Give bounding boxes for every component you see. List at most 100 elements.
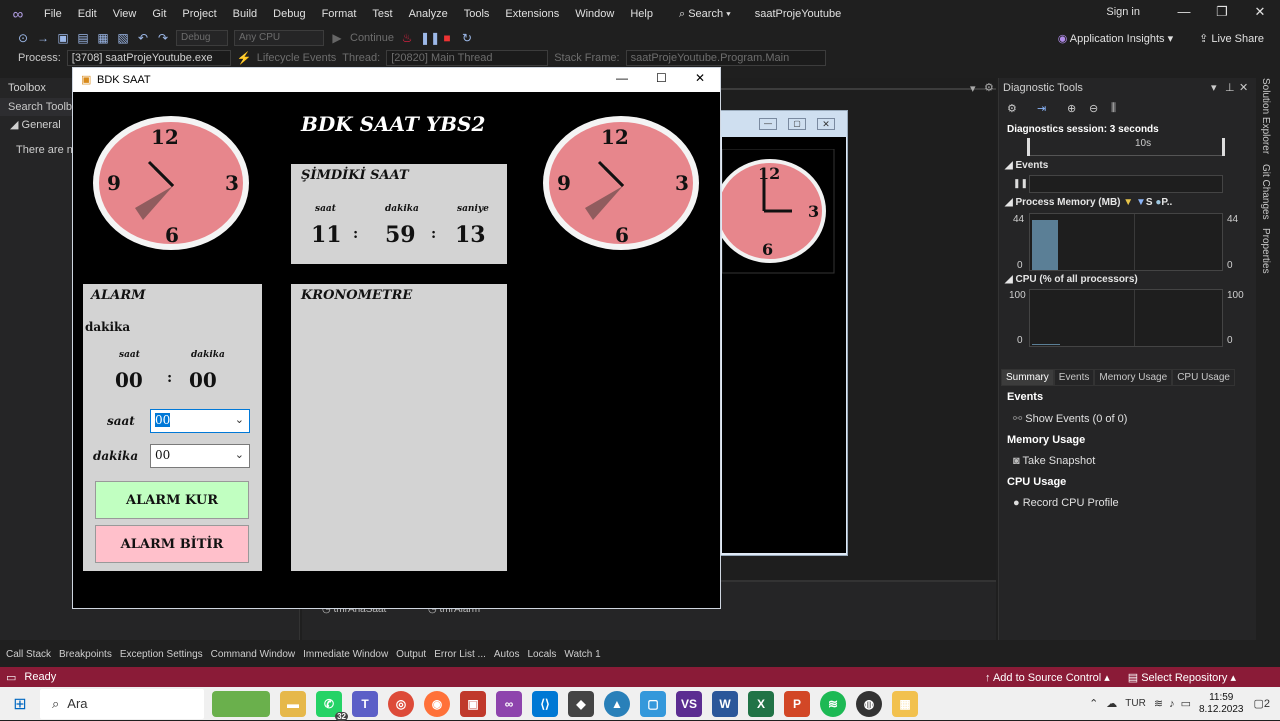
restore-icon[interactable]: ❐ [1207, 4, 1237, 20]
tab-command-window[interactable]: Command Window [207, 649, 299, 660]
notifications-icon[interactable]: ▢2 [1253, 697, 1270, 710]
app-insights-button[interactable]: ◉ Application Insights ▾ [1058, 32, 1173, 45]
tab-exception-settings[interactable]: Exception Settings [116, 649, 207, 660]
sign-in-link[interactable]: Sign in [1106, 6, 1140, 18]
restart-icon[interactable]: ↻ [460, 31, 474, 45]
tab-watch[interactable]: Watch 1 [560, 649, 604, 660]
set-alarm-button[interactable]: ALARM KUR [95, 481, 249, 519]
menu-analyze[interactable]: Analyze [401, 0, 456, 28]
menu-tools[interactable]: Tools [456, 0, 498, 28]
process-combo[interactable]: [3708] saatProjeYoutube.exe [66, 50, 231, 66]
minimize-icon[interactable]: — [616, 71, 628, 85]
tab-breakpoints[interactable]: Breakpoints [55, 649, 116, 660]
excel-icon[interactable]: X [748, 690, 774, 717]
save-icon[interactable]: ▦ [96, 31, 110, 45]
platform-combo[interactable]: Any CPU [234, 30, 324, 46]
clock-tray[interactable]: 11:59 8.12.2023 [1199, 692, 1244, 716]
tab-error-list[interactable]: Error List ... [430, 649, 490, 660]
menu-help[interactable]: Help [622, 0, 661, 28]
stop-icon[interactable]: ■ [440, 31, 454, 45]
language-indicator[interactable]: TUR [1125, 698, 1146, 709]
tab-memory-usage[interactable]: Memory Usage [1094, 369, 1173, 386]
spotify-icon[interactable]: ≋ [820, 690, 846, 717]
select-repository-button[interactable]: ▤ Select Repository ▴ [1128, 671, 1236, 684]
settings-gear-icon[interactable]: ⚙ [984, 81, 994, 94]
menu-view[interactable]: View [105, 0, 145, 28]
menu-edit[interactable]: Edit [70, 0, 105, 28]
volume-icon[interactable]: ♪ [1169, 698, 1175, 710]
firefox-icon[interactable]: ◉ [424, 690, 450, 717]
tab-immediate-window[interactable]: Immediate Window [299, 649, 392, 660]
solution-explorer-tab[interactable]: Solution Explorer [1260, 78, 1271, 154]
close-icon[interactable]: ✕ [1239, 81, 1248, 94]
tab-summary[interactable]: Summary [1001, 369, 1054, 386]
cpu-header[interactable]: ◢ CPU (% of all processors) [999, 274, 1138, 285]
export-icon[interactable]: ⇥ [1037, 102, 1046, 115]
menu-test[interactable]: Test [364, 0, 400, 28]
cloud-icon[interactable]: ☁ [1106, 697, 1117, 710]
range-start-handle[interactable] [1027, 138, 1030, 156]
reset-view-icon[interactable]: ⫼ [1111, 102, 1116, 115]
android-studio-icon[interactable]: ▲ [604, 690, 630, 717]
show-events-link[interactable]: ⚯ Show Events (0 of 0) [1013, 412, 1127, 425]
zoom-in-icon[interactable]: ⊕ [1067, 102, 1076, 115]
new-project-icon[interactable]: ▣ [56, 31, 70, 45]
tab-dropdown-icon[interactable]: ▾ [970, 82, 976, 95]
continue-label[interactable]: Continue [350, 32, 394, 44]
stack-frame-combo[interactable]: saatProjeYoutube.Program.Main [625, 50, 826, 66]
live-share-button[interactable]: ⇪ Live Share [1199, 32, 1264, 45]
undo-icon[interactable]: ↶ [136, 31, 150, 45]
tab-autos[interactable]: Autos [490, 649, 524, 660]
alarm-hour-select[interactable]: 00 ⌄ [150, 409, 250, 433]
continue-icon[interactable]: ▶ [330, 31, 344, 45]
dropdown-icon[interactable]: ▾ [1211, 81, 1217, 94]
stop-alarm-button[interactable]: ALARM BİTİR [95, 525, 249, 563]
tab-events[interactable]: Events [1053, 369, 1095, 386]
winforms-app-icon[interactable]: ▦ [892, 690, 918, 717]
widgets-icon[interactable] [212, 690, 270, 717]
tab-call-stack[interactable]: Call Stack [2, 649, 55, 660]
events-header[interactable]: ◢ Events [999, 160, 1048, 171]
close-icon[interactable]: ✕ [1245, 4, 1275, 20]
memory-header[interactable]: ◢ Process Memory (MB) ▼ ▼S ●P.. [999, 197, 1172, 208]
open-icon[interactable]: ▤ [76, 31, 90, 45]
forward-icon[interactable]: → [36, 31, 50, 45]
alarm-minute-select[interactable]: 00 ⌄ [150, 444, 250, 468]
lifecycle-events-button[interactable]: Lifecycle Events [257, 52, 336, 64]
visual-studio-icon[interactable]: ∞ [496, 690, 522, 717]
git-changes-tab[interactable]: Git Changes [1260, 164, 1271, 220]
back-icon[interactable]: ⊙ [16, 31, 30, 45]
visual-studio-2-icon[interactable]: VS [676, 690, 702, 717]
app-icon[interactable]: ▢ [640, 690, 666, 717]
hot-reload-icon[interactable]: ♨ [400, 31, 414, 45]
timeline-ruler[interactable]: 10s [1027, 138, 1225, 156]
unity-icon[interactable]: ◆ [568, 690, 594, 717]
windows-start-icon[interactable]: ⊞ [0, 694, 40, 714]
obs-icon[interactable]: ◍ [856, 690, 882, 717]
record-cpu-link[interactable]: ● Record CPU Profile [1013, 497, 1119, 509]
menu-extensions[interactable]: Extensions [497, 0, 567, 28]
vscode-icon[interactable]: ⟨⟩ [532, 690, 558, 717]
taskbar-search[interactable]: ⌕ Ara [40, 688, 204, 719]
properties-tab[interactable]: Properties [1260, 228, 1271, 274]
pause-icon[interactable]: ❚❚ [1013, 178, 1028, 189]
word-icon[interactable]: W [712, 690, 738, 717]
menu-git[interactable]: Git [144, 0, 174, 28]
close-icon[interactable]: ✕ [695, 71, 705, 85]
pause-icon[interactable]: ❚❚ [420, 31, 440, 45]
menu-build[interactable]: Build [225, 0, 265, 28]
app-titlebar[interactable]: ▣ BDK SAAT — ☐ ✕ [73, 68, 720, 92]
search-box[interactable]: ⌕ Search ▾ [671, 8, 739, 21]
menu-project[interactable]: Project [174, 0, 224, 28]
powerpoint-icon[interactable]: P [784, 690, 810, 717]
file-explorer-icon[interactable]: ▬ [280, 690, 306, 717]
tab-locals[interactable]: Locals [523, 649, 560, 660]
tab-cpu-usage[interactable]: CPU Usage [1172, 369, 1235, 386]
whatsapp-icon[interactable]: ✆ 32 [316, 690, 348, 721]
menu-file[interactable]: File [36, 0, 70, 28]
battery-icon[interactable]: ▭ [1181, 697, 1191, 710]
thread-combo[interactable]: [20820] Main Thread [386, 50, 549, 66]
settings-gear-icon[interactable]: ⚙ [1007, 102, 1017, 115]
wifi-icon[interactable]: ≋ [1154, 697, 1163, 710]
maximize-icon[interactable]: ☐ [656, 71, 667, 85]
